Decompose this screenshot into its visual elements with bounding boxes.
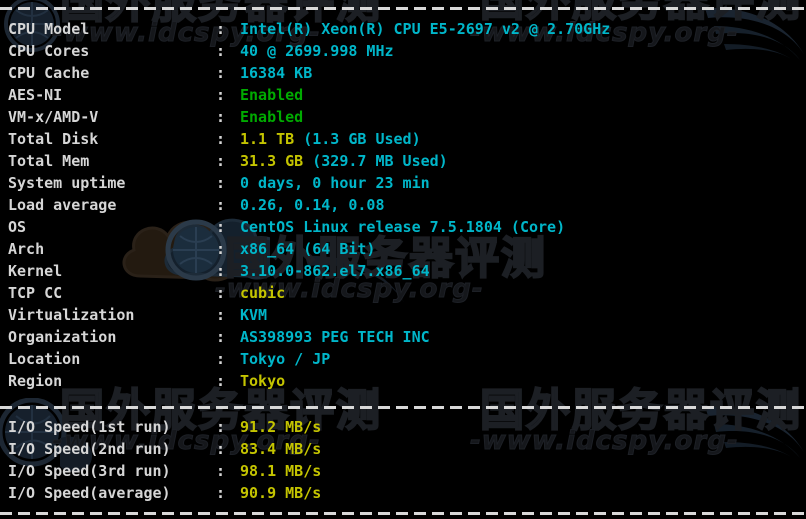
info-row: I/O Speed(average):90.9 MB/s	[8, 482, 321, 504]
info-separator-colon: :	[216, 484, 226, 502]
info-row: Region: Tokyo	[8, 370, 285, 392]
info-label: CPU Model	[8, 20, 90, 38]
info-label: Region	[8, 372, 63, 390]
separator-middle	[0, 406, 806, 409]
info-value: Enabled	[240, 86, 304, 104]
info-value: (329.7 MB Used)	[312, 152, 448, 170]
info-value: 31.3 GB	[240, 152, 313, 170]
info-value: 40 @ 2699.998 MHz	[240, 42, 394, 60]
info-row: AES-NI: Enabled	[8, 84, 303, 106]
info-row: I/O Speed(1st run):91.2 MB/s	[8, 416, 321, 438]
info-label: CPU Cache	[8, 64, 90, 82]
separator-top	[0, 7, 806, 10]
info-label: CPU Cores	[8, 42, 90, 60]
info-separator-colon: :	[216, 152, 226, 170]
info-row: I/O Speed(3rd run):98.1 MB/s	[8, 460, 321, 482]
info-separator-colon: :	[216, 328, 226, 346]
info-separator-colon: :	[216, 108, 226, 126]
info-label: Organization	[8, 328, 117, 346]
terminal-window: 国外服务器评测 -www.idcspy.org- 国外服务器评测 -www.idcsp…	[0, 0, 806, 519]
info-value: Intel(R) Xeon(R) CPU E5-2697 v2 @ 2.70GH…	[240, 20, 611, 38]
info-label: Total Mem	[8, 152, 90, 170]
info-label: VM-x/AMD-V	[8, 108, 99, 126]
info-separator-colon: :	[216, 20, 226, 38]
info-row: Location: Tokyo / JP	[8, 348, 330, 370]
info-row: Arch: x86_64 (64 Bit)	[8, 238, 375, 260]
info-value: 91.2 MB/s	[240, 418, 322, 436]
info-value: Tokyo / JP	[240, 350, 331, 368]
info-label: System uptime	[8, 174, 126, 192]
info-value: CentOS Linux release 7.5.1804 (Core)	[240, 218, 566, 236]
info-separator-colon: :	[216, 350, 226, 368]
info-value: 0 days, 0 hour 23 min	[240, 174, 430, 192]
info-row: CPU Cache:16384 KB	[8, 62, 312, 84]
terminal-output: CPU Model: Intel(R) Xeon(R) CPU E5-2697 v…	[0, 0, 806, 519]
info-row: Total Disk:1.1 TB (1.3 GB Used)	[8, 128, 421, 150]
info-separator-colon: :	[216, 284, 226, 302]
info-label: Kernel	[8, 262, 63, 280]
info-separator-colon: :	[216, 64, 226, 82]
info-label: I/O Speed(3rd run)	[8, 462, 171, 480]
info-row: Kernel:3.10.0-862.el7.x86_64	[8, 260, 430, 282]
info-value: x86_64 (64 Bit)	[240, 240, 376, 258]
info-separator-colon: :	[216, 86, 226, 104]
info-row: OS: CentOS Linux release 7.5.1804 (Core)	[8, 216, 565, 238]
info-value: 98.1 MB/s	[240, 462, 322, 480]
info-row: Organization: AS398993 PEG TECH INC	[8, 326, 430, 348]
info-row: VM-x/AMD-V: Enabled	[8, 106, 303, 128]
info-row: CPU Cores:40 @ 2699.998 MHz	[8, 40, 394, 62]
info-row: System uptime:0 days, 0 hour 23 min	[8, 172, 430, 194]
info-value: (1.3 GB Used)	[303, 130, 421, 148]
info-value: Tokyo	[240, 372, 286, 390]
info-label: TCP CC	[8, 284, 63, 302]
info-separator-colon: :	[216, 306, 226, 324]
info-value: 90.9 MB/s	[240, 484, 322, 502]
info-value: 16384 KB	[240, 64, 313, 82]
info-row: Virtualization: KVM	[8, 304, 267, 326]
info-label: Arch	[8, 240, 45, 258]
info-value: 0.26, 0.14, 0.08	[240, 196, 385, 214]
info-row: Total Mem:31.3 GB (329.7 MB Used)	[8, 150, 448, 172]
info-row: TCP CC: cubic	[8, 282, 285, 304]
info-separator-colon: :	[216, 372, 226, 390]
info-separator-colon: :	[216, 130, 226, 148]
info-row: Load average:0.26, 0.14, 0.08	[8, 194, 385, 216]
info-separator-colon: :	[216, 240, 226, 258]
info-label: I/O Speed(1st run)	[8, 418, 171, 436]
info-separator-colon: :	[216, 462, 226, 480]
info-value: Enabled	[240, 108, 304, 126]
info-separator-colon: :	[216, 174, 226, 192]
info-separator-colon: :	[216, 440, 226, 458]
info-label: Location	[8, 350, 81, 368]
info-label: Load average	[8, 196, 117, 214]
separator-bottom	[0, 512, 806, 515]
info-label: AES-NI	[8, 86, 63, 104]
info-value: cubic	[240, 284, 286, 302]
info-label: Total Disk	[8, 130, 99, 148]
info-row: CPU Model: Intel(R) Xeon(R) CPU E5-2697 v…	[8, 18, 610, 40]
info-value: 83.4 MB/s	[240, 440, 322, 458]
info-separator-colon: :	[216, 196, 226, 214]
info-separator-colon: :	[216, 262, 226, 280]
info-label: I/O Speed(2nd run)	[8, 440, 171, 458]
info-value: 3.10.0-862.el7.x86_64	[240, 262, 430, 280]
info-separator-colon: :	[216, 42, 226, 60]
info-label: OS	[8, 218, 27, 236]
info-value: 1.1 TB	[240, 130, 304, 148]
info-separator-colon: :	[216, 218, 226, 236]
info-separator-colon: :	[216, 418, 226, 436]
info-label: Virtualization	[8, 306, 135, 324]
info-value: AS398993 PEG TECH INC	[240, 328, 430, 346]
info-value: KVM	[240, 306, 268, 324]
info-label: I/O Speed(average)	[8, 484, 171, 502]
info-row: I/O Speed(2nd run):83.4 MB/s	[8, 438, 321, 460]
